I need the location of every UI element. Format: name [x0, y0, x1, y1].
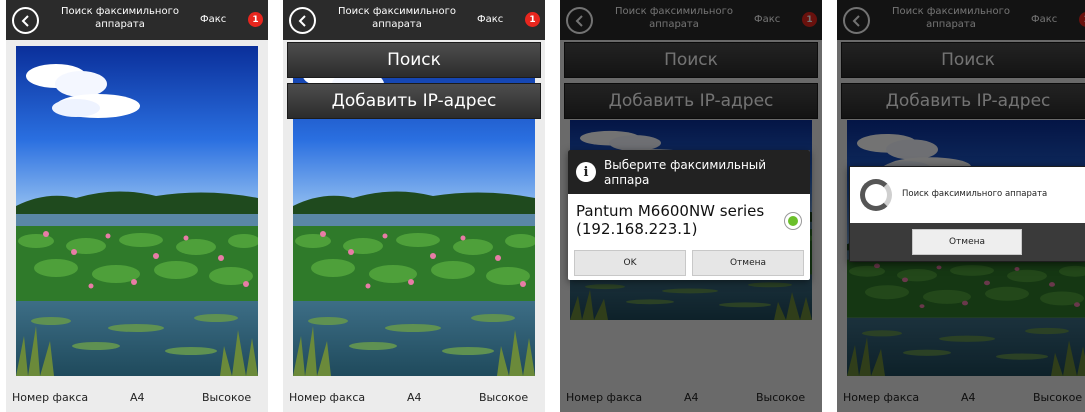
top-bar: Поиск факсимильного аппарата Факс 1 — [6, 0, 268, 40]
fax-number-label[interactable]: Номер факса — [12, 391, 88, 404]
device-ip: (192.168.223.1) — [576, 220, 698, 238]
notification-badge: 1 — [525, 12, 540, 27]
dialog-title: Выберите факсимильный аппара — [604, 158, 767, 187]
fax-tab[interactable]: Факс — [477, 14, 503, 25]
fax-device-item[interactable]: Pantum M6600NW series (192.168.223.1) — [576, 202, 776, 238]
page-title: Поиск факсимильного аппарата — [61, 6, 179, 30]
phone-screen-2: Поиск факсимильного аппарата Факс 1 Поис… — [283, 0, 545, 412]
fax-tab[interactable]: Факс — [200, 14, 226, 25]
cancel-button[interactable]: Отмена — [912, 229, 1022, 255]
phone-screen-3: Поиск факсимильного аппарата Факс 1 Поис… — [560, 0, 822, 412]
back-button[interactable] — [12, 7, 39, 34]
back-button[interactable] — [289, 7, 316, 34]
bottom-settings-bar: Номер факса A4 Высокое — [283, 382, 545, 412]
search-button[interactable]: Поиск — [287, 42, 541, 78]
phone-screen-1: Поиск факсимильного аппарата Факс 1 Номе… — [6, 0, 268, 412]
top-bar: Поиск факсимильного аппарата Факс 1 — [283, 0, 545, 40]
select-fax-dialog: i Выберите факсимильный аппара Pantum M6… — [568, 150, 810, 280]
searching-dialog: Поиск факсимильного аппарата Отмена — [849, 166, 1085, 262]
ok-button[interactable]: OK — [574, 250, 686, 276]
progress-text: Поиск факсимильного аппарата — [902, 189, 1048, 199]
paper-size-value[interactable]: A4 — [130, 391, 145, 404]
progress-body: Поиск факсимильного аппарата — [850, 167, 1085, 223]
add-ip-button[interactable]: Добавить IP-адрес — [287, 83, 541, 119]
dialog-header: i Выберите факсимильный аппара — [568, 150, 810, 194]
radio-selected-icon[interactable] — [784, 212, 802, 230]
device-name: Pantum M6600NW series — [576, 202, 765, 220]
bottom-settings-bar: Номер факса A4 Высокое — [6, 382, 268, 412]
spinner-icon — [860, 179, 892, 211]
back-arrow-icon — [298, 14, 306, 27]
quality-value[interactable]: Высокое — [202, 391, 251, 404]
back-arrow-icon — [21, 14, 29, 27]
cancel-button[interactable]: Отмена — [692, 250, 804, 276]
quality-value[interactable]: Высокое — [479, 391, 528, 404]
paper-size-value[interactable]: A4 — [407, 391, 422, 404]
phone-screen-4: Поиск факсимильного аппарата Факс 1 Поис… — [837, 0, 1085, 412]
fax-number-label[interactable]: Номер факса — [289, 391, 365, 404]
page-title: Поиск факсимильного аппарата — [338, 6, 456, 30]
preview-image — [16, 46, 258, 376]
info-icon: i — [576, 162, 596, 182]
notification-badge: 1 — [248, 12, 263, 27]
